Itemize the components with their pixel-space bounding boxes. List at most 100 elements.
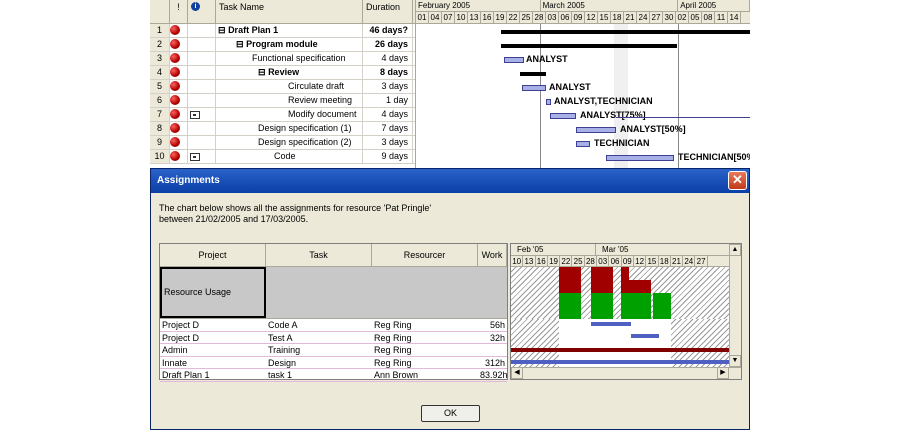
task-row[interactable]: 5 Circulate draft 3 days <box>150 80 415 94</box>
row-number[interactable]: 1 <box>150 24 170 37</box>
indicator-icon <box>170 52 188 65</box>
task-row[interactable]: 1 ⊟ Draft Plan 1 46 days? <box>150 24 415 38</box>
duration-cell[interactable]: 46 days? <box>363 24 413 37</box>
duration-cell[interactable]: 7 days <box>363 122 413 135</box>
task-bar[interactable] <box>576 141 590 147</box>
row-number[interactable]: 9 <box>150 136 170 149</box>
duration-cell[interactable]: 3 days <box>363 80 413 93</box>
header-task[interactable]: Task <box>266 244 372 266</box>
summary-bar[interactable] <box>501 30 750 34</box>
info-icon[interactable]: i <box>188 0 216 23</box>
day-label: 10 <box>511 256 524 266</box>
task-name-cell[interactable]: Code <box>216 150 363 163</box>
task-bar[interactable] <box>576 127 616 133</box>
scroll-left-icon[interactable]: ◀ <box>511 367 523 379</box>
task-row[interactable]: 8 Design specification (1) 7 days <box>150 122 415 136</box>
row-number[interactable]: 3 <box>150 52 170 65</box>
close-button[interactable]: ✕ <box>728 171 747 190</box>
row-number[interactable]: 7 <box>150 108 170 121</box>
scroll-right-icon[interactable]: ▶ <box>717 367 729 379</box>
scroll-down-icon[interactable]: ▼ <box>729 355 741 367</box>
row-number[interactable]: 10 <box>150 150 170 163</box>
task-bar[interactable] <box>504 57 524 63</box>
collapse-icon[interactable]: ⊟ <box>236 39 244 49</box>
task-name-cell[interactable]: Modify document <box>216 108 363 121</box>
task-bar[interactable] <box>550 113 576 119</box>
row-number[interactable]: 6 <box>150 94 170 107</box>
horizontal-scrollbar[interactable]: ◀ ▶ <box>511 367 741 379</box>
timeline-months: February 2005 March 2005 April 2005 <box>416 0 750 12</box>
assignment-bar[interactable] <box>631 334 659 338</box>
duration-cell[interactable]: 3 days <box>363 136 413 149</box>
row-number[interactable]: 5 <box>150 80 170 93</box>
duration-cell[interactable]: 1 day <box>363 94 413 107</box>
header-resource[interactable]: Resourcer <box>372 244 478 266</box>
work-cell: 32h <box>489 332 505 343</box>
scroll-up-icon[interactable]: ▲ <box>729 244 741 256</box>
task-row[interactable]: 9 Design specification (2) 3 days <box>150 136 415 150</box>
assignment-row[interactable]: Project D Code A Reg Ring 56h <box>160 319 507 332</box>
task-name-cell[interactable]: Review meeting <box>216 94 363 107</box>
day-label: 27 <box>650 12 663 23</box>
bar-label: TECHNICIAN[50% <box>678 152 750 162</box>
task-row[interactable]: 7 Modify document 4 days <box>150 108 415 122</box>
note-icon[interactable] <box>190 153 200 161</box>
assignment-bar[interactable] <box>591 322 631 326</box>
header-row-number[interactable] <box>150 0 170 23</box>
task-name-cell[interactable]: Functional specification <box>216 52 363 65</box>
indicator-icon <box>170 80 188 93</box>
note-icon[interactable] <box>190 111 200 119</box>
assignment-row[interactable]: Innate Design Reg Ring 312h <box>160 357 507 369</box>
assignment-bar[interactable] <box>511 348 731 352</box>
day-label: 01 <box>416 12 429 23</box>
task-name-cell[interactable]: ⊟ Program module <box>216 38 363 51</box>
row-number[interactable]: 2 <box>150 38 170 51</box>
task-row[interactable]: 2 ⊟ Program module 26 days <box>150 38 415 52</box>
summary-bar[interactable] <box>520 72 546 76</box>
task-name-cell[interactable]: Design specification (1) <box>216 122 363 135</box>
row-number[interactable]: 8 <box>150 122 170 135</box>
duration-cell[interactable]: 4 days <box>363 108 413 121</box>
collapse-icon[interactable]: ⊟ <box>258 67 266 77</box>
task-bar[interactable] <box>606 155 674 161</box>
collapse-icon[interactable]: ⊟ <box>218 25 226 35</box>
day-label: 24 <box>637 12 650 23</box>
info-cell <box>188 66 216 79</box>
info-cell <box>188 52 216 65</box>
task-name-cell[interactable]: Design specification (2) <box>216 136 363 149</box>
duration-cell[interactable]: 26 days <box>363 38 413 51</box>
row-number[interactable]: 4 <box>150 66 170 79</box>
task-name-cell[interactable]: ⊟ Draft Plan 1 <box>216 24 363 37</box>
task-name-cell[interactable]: Circulate draft <box>216 80 363 93</box>
timeline-days: 01 04 07 10 13 16 19 22 25 28 03 06 09 12 15 18 21 24 27 30… <box>416 12 750 24</box>
duration-cell[interactable]: 9 days <box>363 150 413 163</box>
duration-cell[interactable]: 8 days <box>363 66 413 79</box>
duration-cell[interactable]: 4 days <box>363 52 413 65</box>
vertical-scrollbar[interactable]: ▲ ▼ <box>729 244 741 379</box>
alloc-bar <box>629 293 651 319</box>
task-name: Modify document <box>288 109 357 119</box>
assignment-row[interactable]: Admin Training Reg Ring <box>160 344 507 357</box>
summary-bar[interactable] <box>501 44 677 48</box>
task-row[interactable]: 4 ⊟ Review 8 days <box>150 66 415 80</box>
header-task-name[interactable]: Task Name <box>216 0 363 23</box>
task-row[interactable]: 10 Code 9 days <box>150 150 415 164</box>
task-name-cell[interactable]: ⊟ Review <box>216 66 363 79</box>
day-label: 30 <box>663 12 676 23</box>
assignment-row[interactable]: Draft Plan 1 task 1 Ann Brown 83.92h <box>160 369 507 382</box>
task-bar[interactable] <box>522 85 546 91</box>
month-label: February 2005 <box>416 0 541 11</box>
ok-button[interactable]: OK <box>421 405 480 422</box>
task-row[interactable]: 6 Review meeting 1 day <box>150 94 415 108</box>
day-label: 25 <box>572 256 585 266</box>
header-work[interactable]: Work <box>478 244 507 266</box>
header-project[interactable]: Project <box>160 244 266 266</box>
task-bar[interactable] <box>546 99 551 105</box>
task-row[interactable]: 3 Functional specification 4 days <box>150 52 415 66</box>
header-indicators[interactable]: ! <box>170 0 188 23</box>
assignment-row[interactable]: Project D Test A Reg Ring 32h <box>160 332 507 344</box>
link-line <box>616 117 750 118</box>
assignment-bar[interactable] <box>511 360 731 364</box>
resource-usage-label[interactable]: Resource Usage <box>160 267 266 318</box>
header-duration[interactable]: Duration <box>363 0 413 23</box>
